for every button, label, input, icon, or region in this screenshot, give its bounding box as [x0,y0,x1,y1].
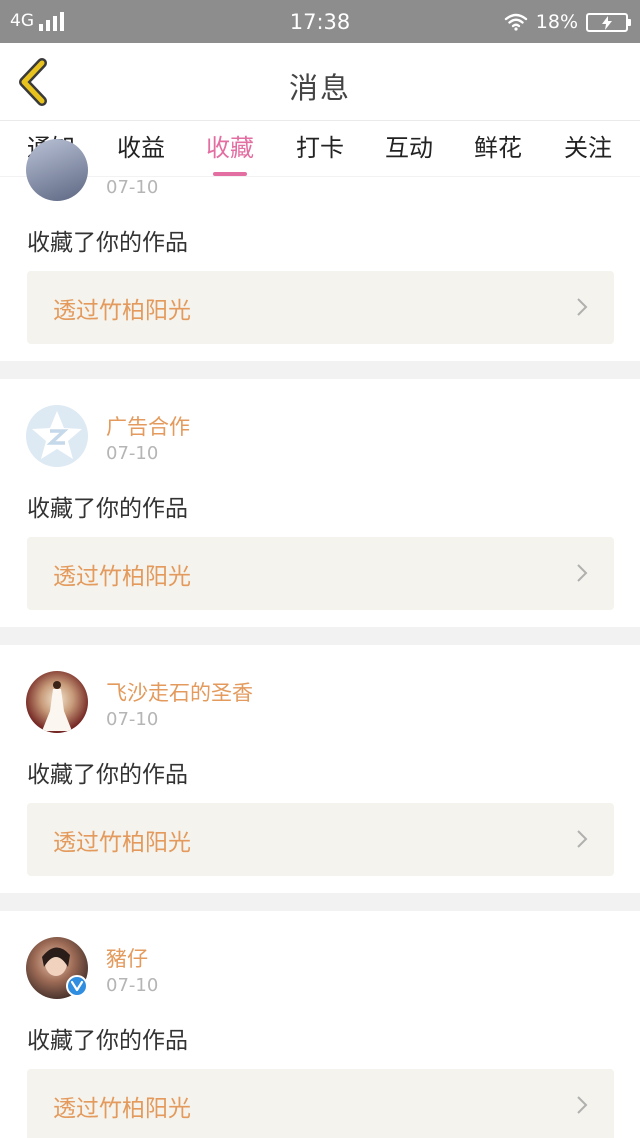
qzone-star-icon [32,411,82,459]
work-title: 透过竹柏阳光 [53,298,191,324]
list-item: 广告合作 07-10 收藏了你的作品 透过竹柏阳光 [0,379,640,627]
chevron-right-icon [577,564,588,582]
list-item: 豬仔 07-10 收藏了你的作品 透过竹柏阳光 [0,911,640,1138]
avatar[interactable] [26,139,88,201]
work-link[interactable]: 透过竹柏阳光 [27,803,614,876]
wifi-icon [504,13,527,31]
item-action: 收藏了你的作品 [27,496,188,522]
bride-photo-icon [42,681,72,731]
battery-icon [586,12,631,32]
work-title: 透过竹柏阳光 [53,564,191,590]
active-tab-indicator [213,172,247,176]
work-title: 透过竹柏阳光 [53,1096,191,1122]
tab-earnings[interactable]: 收益 [106,131,176,165]
tab-follow[interactable]: 关注 [553,131,623,165]
item-action: 收藏了你的作品 [27,762,188,788]
work-title: 透过竹柏阳光 [53,830,191,856]
list-item: 07-10 收藏了你的作品 透过竹柏阳光 [0,139,640,361]
chevron-right-icon [577,298,588,316]
avatar[interactable] [26,405,88,467]
item-action: 收藏了你的作品 [27,1028,188,1054]
work-link[interactable]: 透过竹柏阳光 [27,1069,614,1138]
item-date: 07-10 [106,709,159,730]
item-action: 收藏了你的作品 [27,230,188,256]
chevron-right-icon [577,830,588,848]
list-item: 飞沙走石的圣香 07-10 收藏了你的作品 透过竹柏阳光 [0,645,640,893]
verified-badge-icon [66,975,88,997]
item-date: 07-10 [106,177,159,198]
username[interactable]: 豬仔 [106,943,148,973]
tab-flowers[interactable]: 鲜花 [463,131,533,165]
app-header: 消息 [0,43,640,120]
status-right: 18% [504,10,631,34]
status-bar: 4G 17:38 18% [0,0,640,43]
tab-bar: 通知 收益 收藏 打卡 互动 鲜花 关注 [0,120,640,176]
tab-interaction[interactable]: 互动 [374,131,444,165]
tab-checkin[interactable]: 打卡 [285,131,355,165]
page-title: 消息 [288,71,351,105]
avatar[interactable] [26,671,88,733]
chevron-right-icon [577,1096,588,1114]
item-date: 07-10 [106,975,159,996]
tab-favorites[interactable]: 收藏 [195,131,265,165]
username[interactable]: 飞沙走石的圣香 [106,677,253,707]
item-date: 07-10 [106,443,159,464]
work-link[interactable]: 透过竹柏阳光 [27,271,614,344]
work-link[interactable]: 透过竹柏阳光 [27,537,614,610]
username[interactable]: 广告合作 [106,411,190,441]
battery-percent: 18% [535,11,578,33]
